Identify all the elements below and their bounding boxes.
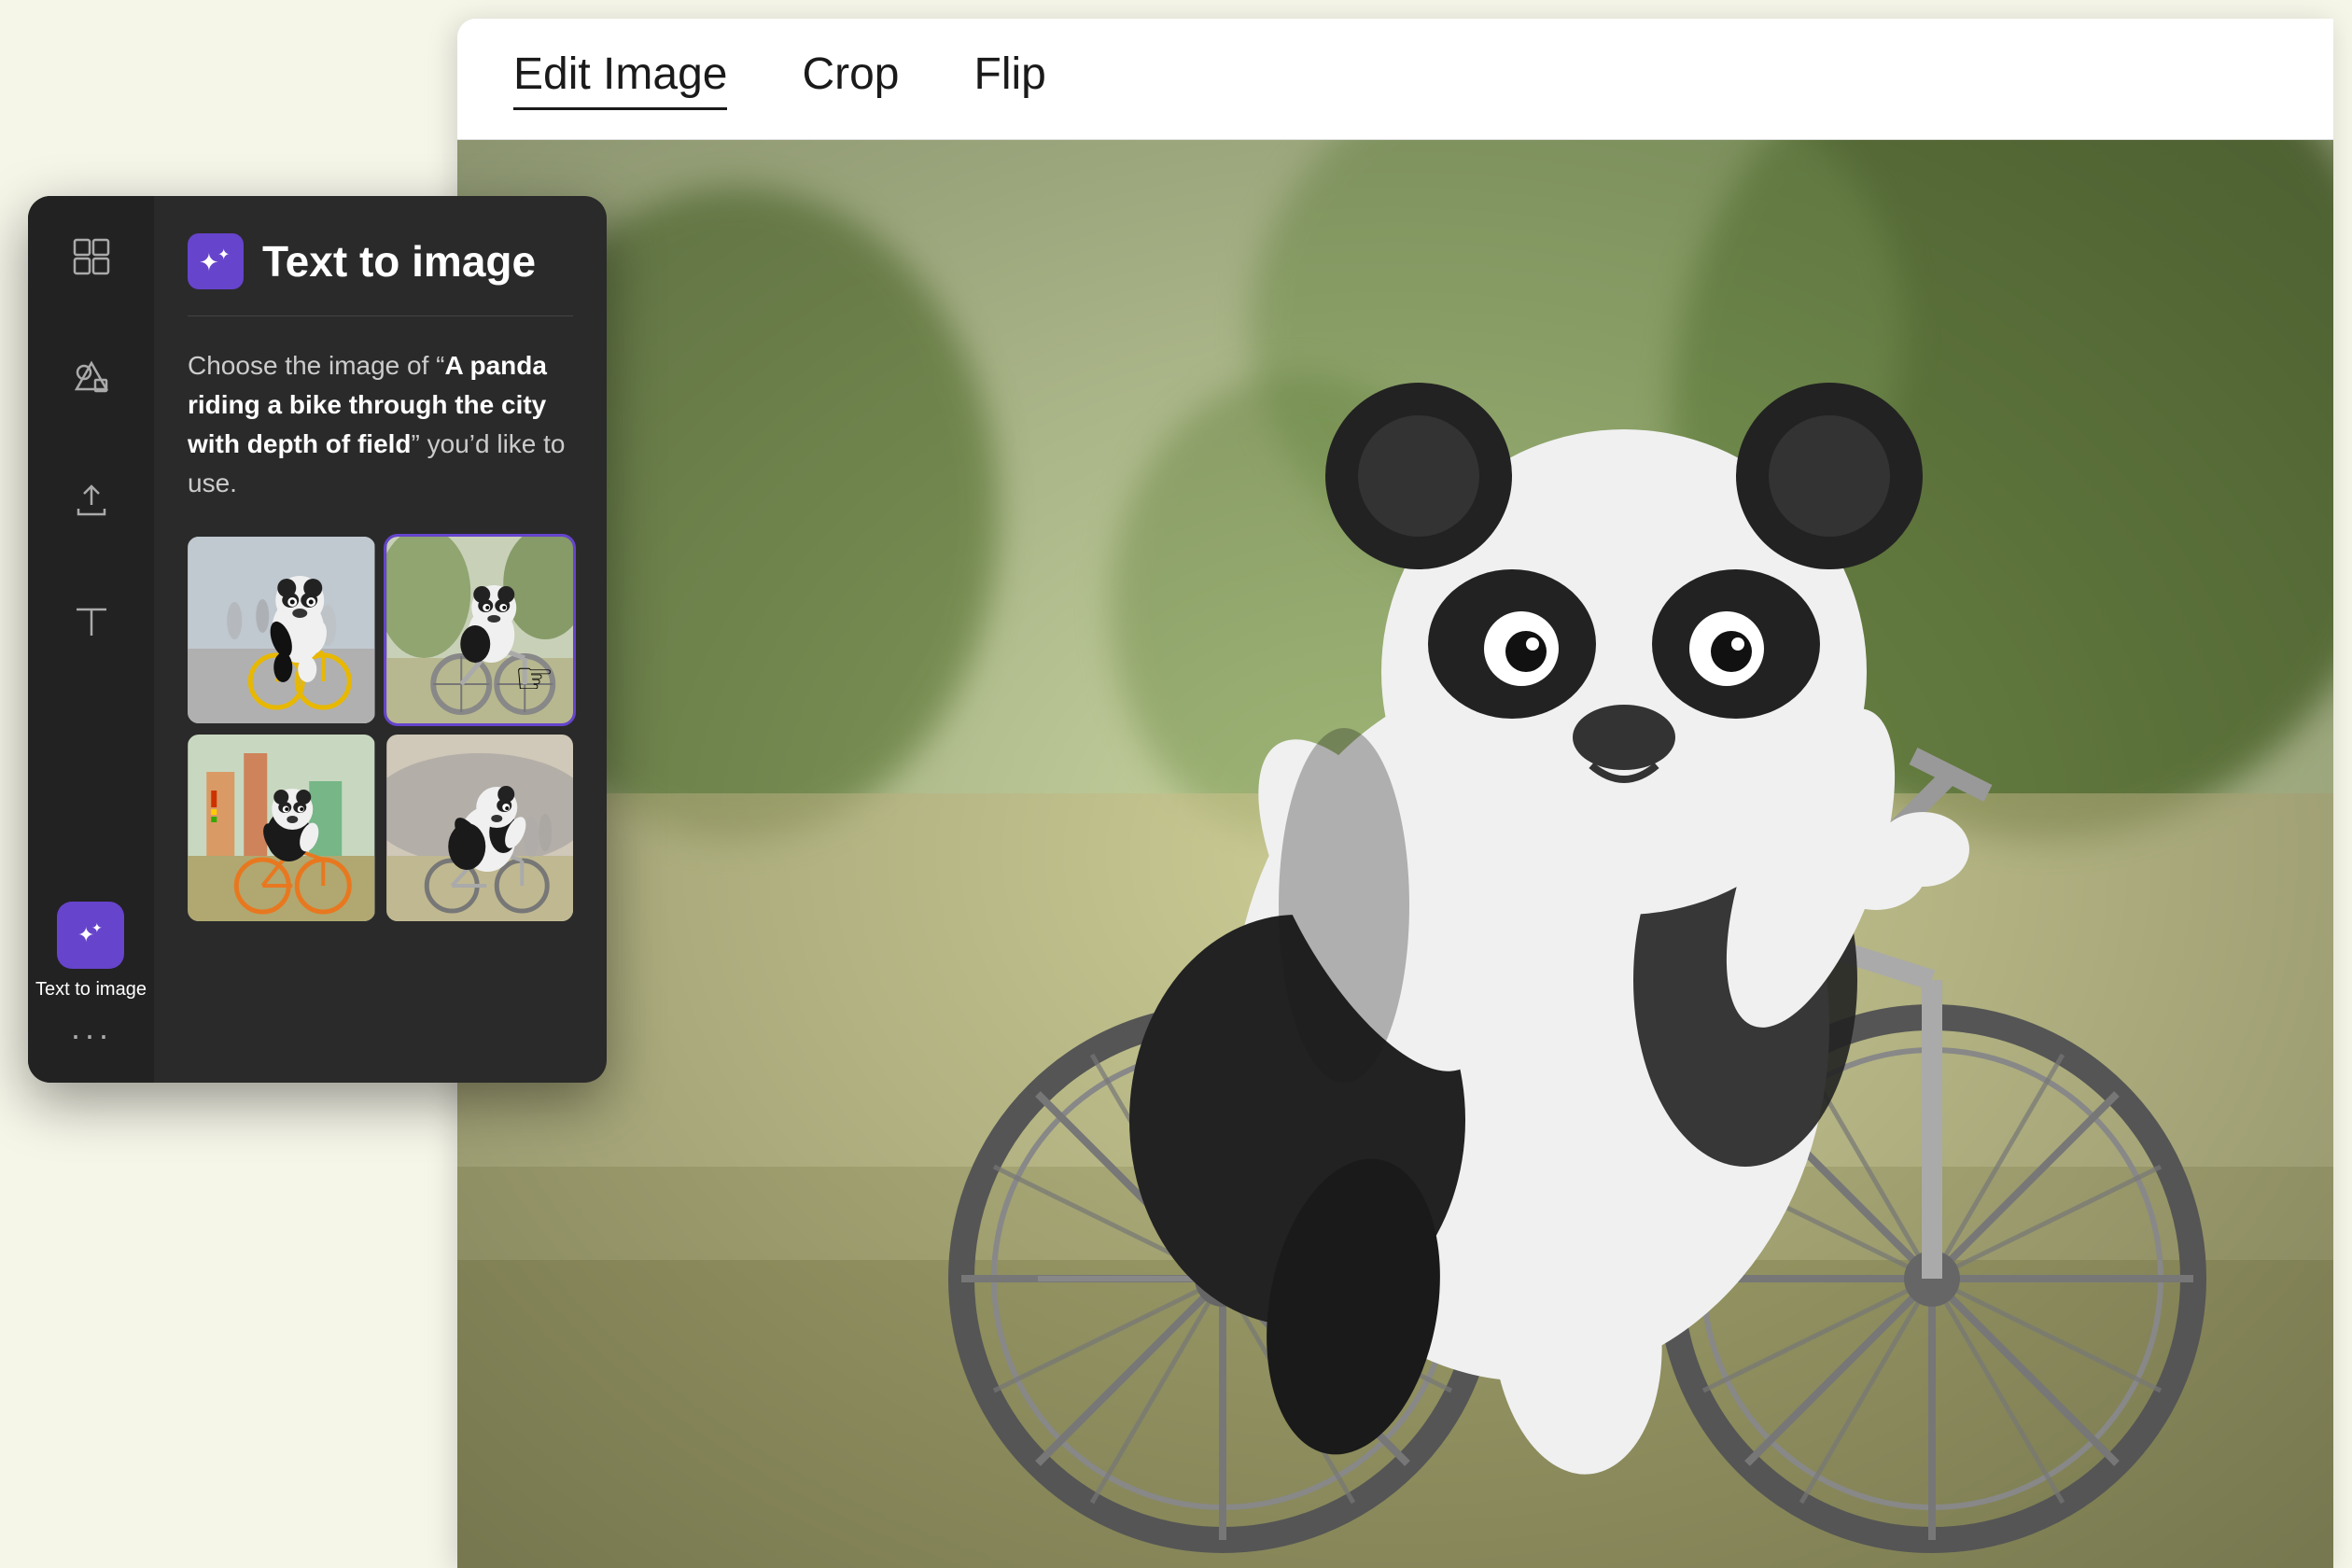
panda-image-container	[457, 140, 2333, 1568]
grid-item-2[interactable]: ☞	[386, 537, 574, 723]
icon-strip: ✦ ✦ Text to image ···	[28, 196, 154, 1083]
panel-header: ✦ ✦ Text to image	[188, 233, 573, 316]
svg-text:✦: ✦	[91, 920, 103, 935]
ai-icon-box-small: ✦ ✦	[57, 902, 124, 969]
panel-description: Choose the image of “A panda riding a bi…	[188, 346, 573, 503]
sidebar-tool-label: Text to image	[35, 978, 147, 1001]
icon-strip-bottom: ✦ ✦ Text to image ···	[35, 902, 147, 1055]
grid-item-1[interactable]	[188, 537, 375, 723]
image-panel-header: Edit Image Crop Flip	[457, 19, 2333, 140]
upload-icon-btn[interactable]	[59, 467, 124, 532]
sidebar-panel: ✦ ✦ Text to image ··· ✦ ✦ Text to image	[28, 196, 607, 1083]
tab-flip[interactable]: Flip	[974, 49, 1046, 110]
more-options-btn[interactable]: ···	[70, 1015, 112, 1055]
panda-scene-svg	[457, 140, 2333, 1568]
shapes-icon-btn[interactable]	[59, 345, 124, 411]
layout-icon-btn[interactable]	[59, 224, 124, 289]
ai-icon-box: ✦ ✦	[188, 233, 244, 289]
text-icon-btn[interactable]	[59, 588, 124, 653]
grid-item-3[interactable]	[188, 735, 375, 921]
image-grid: ☞	[188, 537, 573, 921]
grid-item-4[interactable]	[386, 735, 574, 921]
content-panel: ✦ ✦ Text to image Choose the image of “A…	[154, 196, 607, 1083]
panel-title: Text to image	[262, 236, 536, 287]
tab-edit-image[interactable]: Edit Image	[513, 49, 727, 110]
text-to-image-sidebar-btn[interactable]: ✦ ✦ Text to image	[35, 902, 147, 1001]
svg-text:✦: ✦	[199, 248, 219, 276]
tab-crop[interactable]: Crop	[802, 49, 899, 110]
image-panel: Edit Image Crop Flip	[457, 19, 2333, 1568]
svg-text:✦: ✦	[217, 247, 230, 263]
